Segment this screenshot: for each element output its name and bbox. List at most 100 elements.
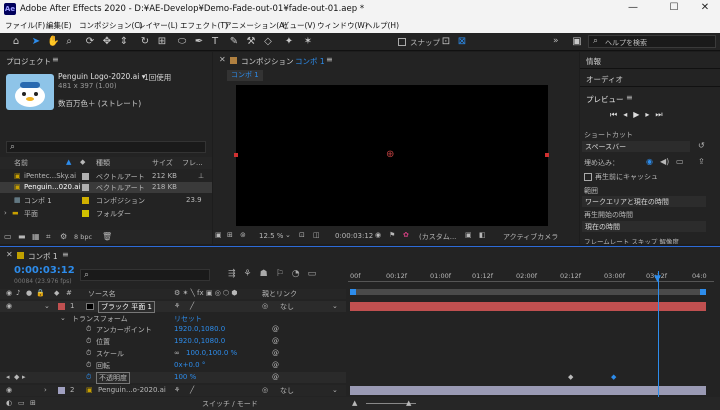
switch-mode-toggle[interactable]: スイッチ / モード <box>202 399 258 409</box>
property-row[interactable]: ◂ ◆ ▸ ⏱ 不透明度 100 % @ <box>0 372 346 384</box>
current-time[interactable]: 0:00:03:12 <box>335 232 373 240</box>
orbit-camera-icon[interactable]: ⟳ <box>84 36 96 48</box>
zoom-in-icon[interactable]: ▲ <box>406 399 411 407</box>
layer-row[interactable]: ◉ › 2 ▣ Penguin...o-2020.ai ⚘ ╱ ◎ なし ⌄ <box>0 385 346 396</box>
snap-checkbox[interactable] <box>398 38 406 46</box>
text-tool-icon[interactable]: T <box>209 36 221 48</box>
panel-menu-icon[interactable]: ≡ <box>326 55 333 64</box>
property-row[interactable]: ⏱ アンカーポイント 1920.0,1080.0 @ <box>0 324 346 335</box>
dolly-camera-icon[interactable]: ⇕ <box>118 36 130 48</box>
mask-icon[interactable]: ⊚ <box>240 231 246 239</box>
hand-tool-icon[interactable]: ✋ <box>47 36 59 48</box>
panel-menu-icon[interactable]: ≡ <box>626 93 633 102</box>
project-item-row[interactable]: ▣ Penguin...020.ai ベクトルアート 218 KB <box>0 182 212 193</box>
stopwatch-icon[interactable]: ⏱ <box>86 337 91 346</box>
add-keyframe-icon[interactable]: ◆ <box>14 373 19 381</box>
more-workspaces[interactable]: » <box>553 36 559 46</box>
chevron-down-icon[interactable]: ⌄ <box>44 302 50 310</box>
transform-group[interactable]: ⌄ トランスフォーム リセット <box>0 313 346 324</box>
pan-camera-icon[interactable]: ✥ <box>101 36 113 48</box>
home-icon[interactable]: ⌂ <box>10 36 22 48</box>
pen-tool-icon[interactable]: ✒ <box>193 36 205 48</box>
toggle-mask-icon[interactable]: ◫ <box>313 231 320 239</box>
menu-window[interactable]: ウィンドウ(W) <box>317 20 368 31</box>
fast-preview-icon[interactable]: ◧ <box>479 231 486 239</box>
overlay-toggle-icon[interactable]: ▭ <box>676 157 684 166</box>
property-row[interactable]: ⏱ スケール ∞ 100.0,100.0 % @ <box>0 348 346 359</box>
menu-view[interactable]: ビュー(V) <box>282 20 315 31</box>
stopwatch-icon[interactable]: ⏱ <box>86 361 91 370</box>
close-button[interactable]: ✕ <box>690 2 720 16</box>
roto-tool-icon[interactable]: ✦ <box>283 36 295 48</box>
cache-checkbox[interactable] <box>584 173 592 181</box>
menu-effect[interactable]: エフェクト(T) <box>180 20 228 31</box>
reset-link[interactable]: リセット <box>174 314 202 324</box>
comp-panel-label[interactable]: コンポジション <box>241 56 294 70</box>
rotate-tool-icon[interactable]: ↻ <box>139 36 151 48</box>
export-icon[interactable]: ⇪ <box>698 157 705 166</box>
timeline-search-field[interactable]: ⌕ <box>80 269 210 281</box>
last-frame-icon[interactable]: ⏭ <box>655 110 668 119</box>
comp-viewer[interactable]: ⊕ <box>234 85 549 226</box>
snapshot-icon[interactable]: ▣ <box>215 231 222 239</box>
column-frame[interactable]: フレ... <box>182 158 203 168</box>
playhead-handle[interactable]: ▼ <box>654 275 663 284</box>
property-value[interactable]: 100 % <box>174 373 196 381</box>
work-area-bar[interactable] <box>350 289 706 295</box>
menu-composition[interactable]: コンポジション(C) <box>79 20 143 31</box>
workspace-icon[interactable]: ▣ <box>571 36 583 48</box>
menu-animation[interactable]: アニメーション(A) <box>224 20 287 31</box>
color-channel-icon[interactable]: ✿ <box>403 231 409 239</box>
column-type[interactable]: 種類 <box>96 158 110 168</box>
timeline-tab[interactable]: コンポ 1 <box>28 251 58 265</box>
shortcut-dropdown[interactable]: スペースバー <box>582 141 690 152</box>
menu-help[interactable]: ヘルプ(H) <box>365 20 399 31</box>
label-chip[interactable] <box>58 303 65 310</box>
parent-header[interactable]: 親とリンク <box>262 289 297 299</box>
modes-toggle-icon[interactable]: ▭ <box>18 399 25 407</box>
comp-mini-flowchart-icon[interactable]: ⇶ <box>228 269 244 279</box>
next-keyframe-icon[interactable]: ▸ <box>22 373 26 381</box>
layer-bar[interactable] <box>350 386 706 395</box>
next-frame-icon[interactable]: ▸ <box>645 110 655 119</box>
column-size[interactable]: サイズ <box>152 158 173 168</box>
region-icon[interactable]: ⊡ <box>299 231 305 239</box>
pick-whip-icon[interactable]: ◎ <box>262 386 268 394</box>
snap-option-icon[interactable]: ⊡ <box>440 36 452 48</box>
chevron-right-icon[interactable]: › <box>4 209 7 217</box>
preview-panel-title[interactable]: プレビュー <box>586 94 624 108</box>
anchor-tool-icon[interactable]: ⊞ <box>156 36 168 48</box>
view-options-icon[interactable]: ▣ <box>465 231 472 239</box>
work-area-start[interactable] <box>350 289 356 295</box>
expression-icon[interactable]: @ <box>272 349 279 357</box>
keyframe-icon[interactable]: ◆ <box>568 373 573 381</box>
start-dropdown[interactable]: 現在の時間 <box>582 221 706 232</box>
quality-switch-icon[interactable]: ╱ <box>190 302 194 310</box>
property-value[interactable]: 100.0,100.0 % <box>186 349 237 357</box>
panel-menu-icon[interactable]: ≡ <box>52 55 59 64</box>
layer-name[interactable]: Penguin...o-2020.ai <box>98 386 166 394</box>
property-value[interactable]: 0x+0.0 ° <box>174 361 205 369</box>
play-icon[interactable]: ▶ <box>633 110 645 119</box>
menu-file[interactable]: ファイル(F) <box>5 20 45 31</box>
label-chip[interactable] <box>58 387 65 394</box>
minimize-button[interactable]: — <box>618 2 648 16</box>
motion-blur-icon[interactable]: ◔ <box>292 269 308 279</box>
zoom-out-icon[interactable]: ▲ <box>352 399 357 407</box>
reset-icon[interactable]: ↺ <box>698 141 705 150</box>
expression-icon[interactable]: @ <box>272 325 279 333</box>
project-item-row[interactable]: ▦ コンポ 1 コンポジション 23.9 <box>0 195 212 206</box>
property-value[interactable]: 1920.0,1080.0 <box>174 325 225 333</box>
playhead-line[interactable] <box>658 271 659 397</box>
close-tab-icon[interactable]: ✕ <box>6 250 13 259</box>
stopwatch-icon[interactable]: ⏱ <box>86 325 91 334</box>
zoom-level[interactable]: 12.5 % <box>259 232 283 240</box>
parent-value[interactable]: なし <box>280 302 294 312</box>
show-snapshot-icon[interactable]: ⚑ <box>389 231 395 239</box>
layer-name[interactable]: ブラック 平面 1 <box>98 301 155 313</box>
snap-grid-icon[interactable]: ⊠ <box>456 36 468 48</box>
parent-dropdown-icon[interactable]: ⌄ <box>332 302 338 310</box>
chevron-down-icon[interactable]: ⌄ <box>60 314 66 322</box>
bounding-handle[interactable] <box>545 153 549 157</box>
close-tab-icon[interactable]: ✕ <box>219 55 226 64</box>
